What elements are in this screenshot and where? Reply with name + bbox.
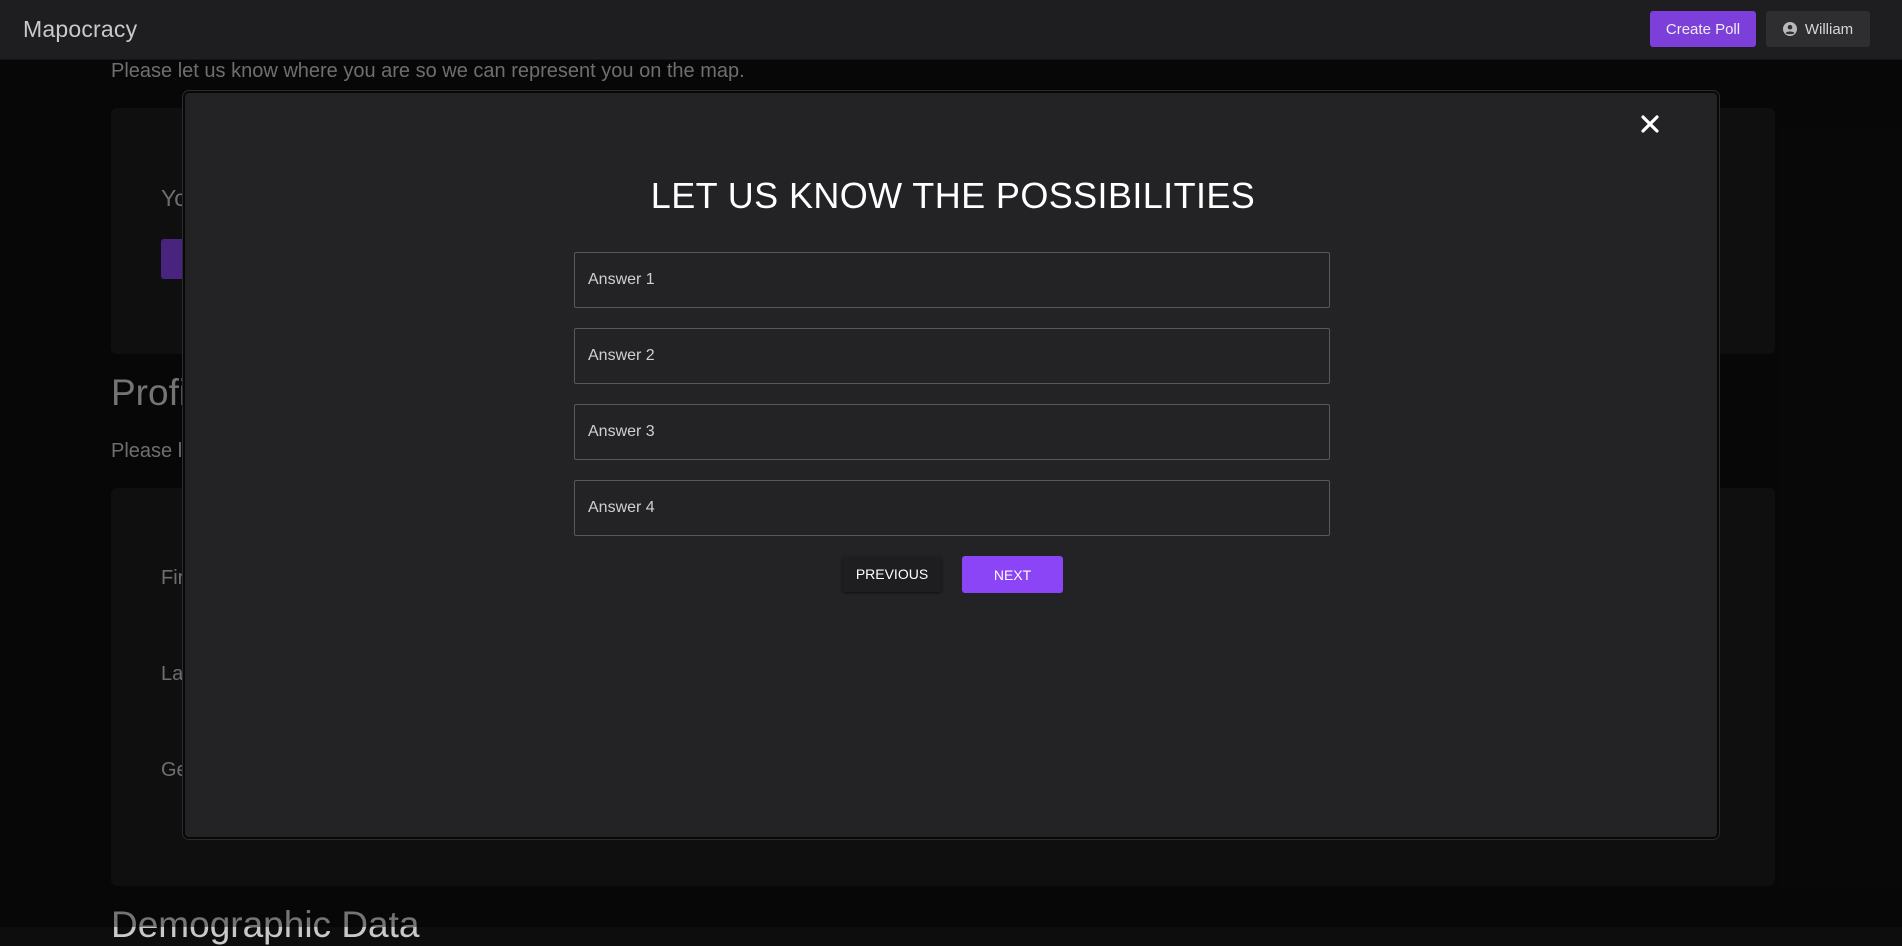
brand-logo[interactable]: Mapocracy <box>23 16 137 43</box>
answer-2-input[interactable] <box>574 328 1330 384</box>
answer-3-input[interactable] <box>574 404 1330 460</box>
answer-4-input[interactable] <box>574 480 1330 536</box>
close-icon <box>1641 115 1659 133</box>
user-menu-button[interactable]: William <box>1766 11 1870 47</box>
close-button[interactable] <box>1635 109 1665 139</box>
user-name-label: William <box>1804 20 1854 38</box>
modal-title: LET US KNOW THE POSSIBILITIES <box>650 175 1256 216</box>
navbar: Mapocracy Create Poll William <box>0 0 1902 60</box>
user-circle-icon <box>1782 22 1797 36</box>
create-poll-button[interactable]: Create Poll <box>1650 11 1756 47</box>
poll-options-modal: LET US KNOW THE POSSIBILITIES PREVIOUS N… <box>183 91 1719 839</box>
answer-1-input[interactable] <box>574 252 1330 308</box>
previous-button[interactable]: PREVIOUS <box>842 556 942 592</box>
next-button[interactable]: NEXT <box>962 556 1063 593</box>
